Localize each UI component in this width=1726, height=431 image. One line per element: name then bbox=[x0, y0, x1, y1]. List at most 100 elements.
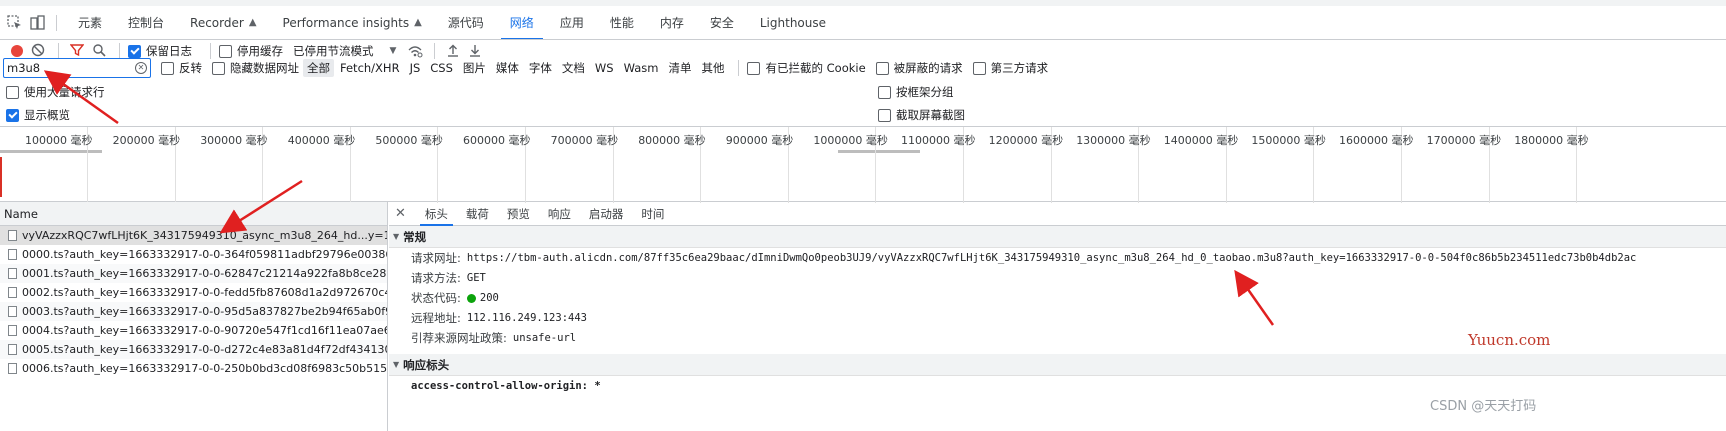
tab-label: 网络 bbox=[509, 16, 534, 30]
tab-label: Lighthouse bbox=[759, 15, 827, 30]
details-tab-5[interactable]: 时间 bbox=[632, 202, 673, 226]
request-list: Name vyVAzzxRQC7wfLHjt6K_343175949310_as… bbox=[0, 202, 388, 431]
tab-label: 内存 bbox=[659, 16, 684, 30]
show-overview-label: 显示概览 bbox=[24, 108, 70, 122]
group-by-frame-option[interactable]: 按框架分组 bbox=[878, 84, 954, 100]
blocked-requests-checkbox[interactable] bbox=[875, 61, 889, 75]
tab-item[interactable]: 应用 bbox=[547, 6, 597, 39]
tab-item[interactable]: Recorder ▲ bbox=[177, 6, 269, 39]
remote-address-value: 112.116.249.123:443 bbox=[466, 312, 587, 324]
tab-item[interactable]: 源代码 bbox=[435, 6, 497, 39]
document-icon bbox=[8, 306, 17, 317]
divider bbox=[56, 14, 57, 31]
tab-item[interactable]: 控制台 bbox=[115, 6, 177, 39]
timeline-tick-label: 1000000 毫秒 bbox=[813, 134, 888, 147]
request-row[interactable]: 0005.ts?auth_key=1663332917-0-0-d272c4e8… bbox=[0, 340, 387, 359]
large-rows-checkbox[interactable] bbox=[6, 85, 19, 99]
name-column-header[interactable]: Name bbox=[0, 202, 387, 226]
tab-label: 元素 bbox=[78, 16, 103, 30]
details-tab-4[interactable]: 启动器 bbox=[580, 202, 633, 226]
request-name: 0003.ts?auth_key=1663332917-0-0-95d5a837… bbox=[22, 305, 387, 318]
tab-item[interactable]: 网络 bbox=[497, 6, 547, 39]
tab-label: 源代码 bbox=[447, 16, 484, 30]
request-row[interactable]: 0001.ts?auth_key=1663332917-0-0-62847c21… bbox=[0, 264, 387, 283]
large-rows-label: 使用大量请求行 bbox=[24, 85, 105, 99]
request-method-row: 请求方法: GET bbox=[389, 268, 1726, 288]
tab-item[interactable]: 性能 bbox=[597, 6, 647, 39]
show-overview-checkbox[interactable] bbox=[6, 108, 19, 122]
type-filter-3[interactable]: CSS bbox=[426, 60, 457, 76]
timeline-tick-label: 1700000 毫秒 bbox=[1426, 134, 1502, 147]
request-name: 0000.ts?auth_key=1663332917-0-0-364f0598… bbox=[22, 248, 387, 261]
document-icon bbox=[8, 325, 17, 336]
request-row[interactable]: 0000.ts?auth_key=1663332917-0-0-364f0598… bbox=[0, 245, 387, 264]
general-section-header[interactable]: ▼ 常规 bbox=[389, 226, 1726, 248]
hide-data-urls-checkbox[interactable] bbox=[212, 61, 225, 75]
chevron-down-icon[interactable]: ▼ bbox=[390, 46, 397, 56]
group-by-frame-checkbox[interactable] bbox=[878, 85, 891, 99]
type-filter-5[interactable]: 媒体 bbox=[492, 59, 523, 77]
request-row[interactable]: vyVAzzxRQC7wfLHjt6K_343175949310_async_m… bbox=[0, 226, 387, 245]
general-section-title: 常规 bbox=[403, 229, 427, 244]
experimental-flask-icon: ▲ bbox=[248, 17, 257, 28]
third-party-checkbox[interactable] bbox=[972, 61, 986, 75]
capture-screenshots-option[interactable]: 截取屏幕截图 bbox=[878, 107, 965, 123]
site-watermark: Yuucn.com bbox=[1468, 331, 1551, 349]
details-tab-1[interactable]: 载荷 bbox=[457, 202, 498, 226]
response-headers-section-header[interactable]: ▼ 响应标头 bbox=[389, 354, 1726, 376]
timeline-tick-label: 500000 毫秒 bbox=[375, 134, 443, 147]
details-tab-2[interactable]: 预览 bbox=[498, 202, 539, 226]
timeline-tick-label: 1300000 毫秒 bbox=[1076, 134, 1151, 147]
capture-screenshots-label: 截取屏幕截图 bbox=[896, 108, 965, 122]
filter-bar: ✕ 反转 隐藏数据网址 全部Fetch/XHRJSCSS图片媒体字体文档WSWa… bbox=[0, 56, 1726, 80]
document-icon bbox=[8, 287, 17, 298]
timeline-tick-label: 1200000 毫秒 bbox=[988, 134, 1064, 147]
type-filter-9[interactable]: Wasm bbox=[620, 60, 663, 76]
request-row[interactable]: 0004.ts?auth_key=1663332917-0-0-90720e54… bbox=[0, 321, 387, 340]
tab-item[interactable]: 元素 bbox=[65, 6, 115, 39]
details-tab-0[interactable]: 标头 bbox=[416, 202, 457, 226]
type-filter-6[interactable]: 字体 bbox=[525, 59, 556, 77]
filter-input-box[interactable]: ✕ bbox=[3, 58, 151, 78]
request-url-label: 请求网址: bbox=[411, 251, 461, 265]
request-row[interactable]: 0002.ts?auth_key=1663332917-0-0-fedd5fb8… bbox=[0, 283, 387, 302]
request-method-value: GET bbox=[466, 272, 486, 284]
tab-item[interactable]: 内存 bbox=[647, 6, 697, 39]
details-tab-bar: ✕ 标头 载荷 预览 响应 启动器 时间 bbox=[389, 202, 1726, 226]
divider bbox=[738, 60, 740, 76]
device-toolbar-icon[interactable] bbox=[29, 14, 45, 31]
type-filter-7[interactable]: 文档 bbox=[558, 59, 589, 77]
large-rows-option[interactable]: 使用大量请求行 bbox=[6, 84, 105, 100]
filter-input[interactable] bbox=[7, 61, 131, 75]
request-method-label: 请求方法: bbox=[411, 271, 461, 285]
tab-label: 应用 bbox=[559, 16, 584, 30]
type-filter-2[interactable]: JS bbox=[406, 60, 425, 76]
type-filter-8[interactable]: WS bbox=[591, 60, 618, 76]
type-filter-0[interactable]: 全部 bbox=[303, 59, 334, 77]
close-icon[interactable]: ✕ bbox=[395, 206, 406, 221]
hide-data-urls-label: 隐藏数据网址 bbox=[230, 61, 299, 75]
timeline-overview[interactable]: 100000 毫秒 200000 毫秒 300000 毫秒 400000 毫秒 5000… bbox=[0, 126, 1726, 203]
request-row[interactable]: 0003.ts?auth_key=1663332917-0-0-95d5a837… bbox=[0, 302, 387, 321]
request-name: 0006.ts?auth_key=1663332917-0-0-250b0bd3… bbox=[22, 362, 387, 375]
timeline-tick-label: 200000 毫秒 bbox=[112, 134, 181, 147]
timeline-tick-label: 1100000 毫秒 bbox=[901, 134, 976, 147]
type-filter-10[interactable]: 清单 bbox=[664, 59, 695, 77]
invert-checkbox[interactable] bbox=[161, 61, 174, 75]
show-overview-option[interactable]: 显示概览 bbox=[6, 107, 70, 123]
clear-filter-icon[interactable]: ✕ bbox=[135, 62, 147, 74]
capture-screenshots-checkbox[interactable] bbox=[878, 108, 891, 122]
tab-item[interactable]: Lighthouse bbox=[747, 6, 839, 39]
referrer-policy-value: unsafe-url bbox=[512, 332, 577, 344]
inspect-element-icon[interactable] bbox=[7, 14, 23, 31]
details-tab-3[interactable]: 响应 bbox=[539, 202, 580, 226]
type-filter-11[interactable]: 其他 bbox=[697, 59, 728, 77]
type-filter-4[interactable]: 图片 bbox=[459, 59, 490, 77]
blocked-cookies-checkbox[interactable] bbox=[747, 61, 761, 75]
devtools-tab-bar: 元素 控制台 Recorder ▲ Performance insights ▲ 源代码 网络… bbox=[0, 0, 1726, 40]
tab-item[interactable]: 安全 bbox=[697, 6, 747, 39]
request-row[interactable]: 0006.ts?auth_key=1663332917-0-0-250b0bd3… bbox=[0, 359, 387, 378]
tab-item[interactable]: Performance insights ▲ bbox=[270, 6, 435, 39]
type-filter-1[interactable]: Fetch/XHR bbox=[336, 60, 404, 76]
document-icon bbox=[8, 230, 17, 241]
